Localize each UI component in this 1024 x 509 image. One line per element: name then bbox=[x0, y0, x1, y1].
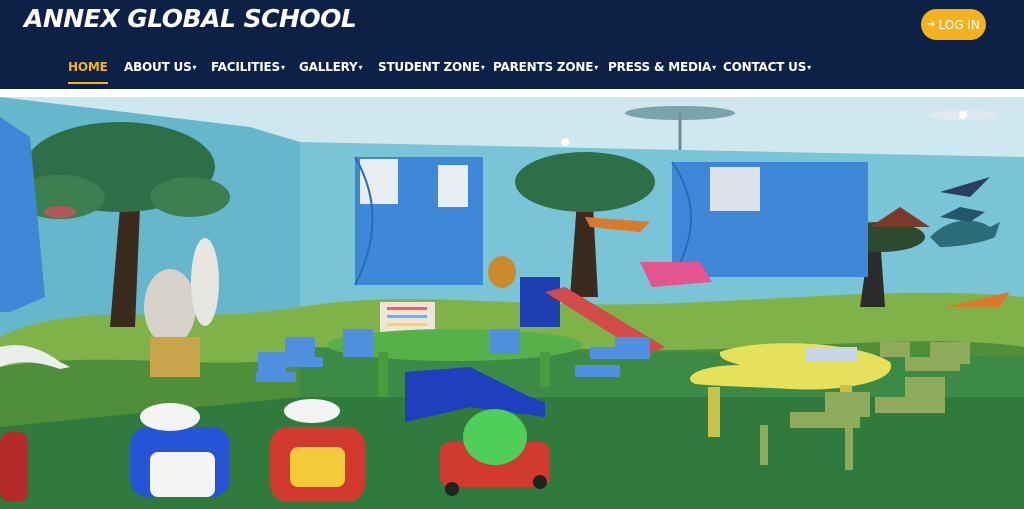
nav-item-student-zone[interactable]: STUDENT ZONE▾ bbox=[378, 60, 485, 74]
header-divider bbox=[0, 89, 1024, 97]
nav-item-home[interactable]: HOME bbox=[68, 60, 108, 84]
nav-item-about-us[interactable]: ABOUT US▾ bbox=[124, 60, 197, 74]
login-button[interactable]: ➜ LOG IN bbox=[921, 9, 986, 40]
curtain-2 bbox=[672, 162, 868, 277]
nav-item-gallery[interactable]: GALLERY▾ bbox=[299, 60, 363, 74]
hero-banner-image bbox=[0, 97, 1024, 509]
nav-item-contact-us[interactable]: CONTACT US▾ bbox=[723, 60, 811, 74]
site-logo-text[interactable]: ANNEX GLOBAL SCHOOL bbox=[24, 4, 357, 33]
site-header: ANNEX GLOBAL SCHOOL ➜ LOG IN HOME ABOUT … bbox=[0, 0, 1024, 89]
login-label: LOG IN bbox=[938, 17, 980, 32]
playground-frame bbox=[520, 277, 560, 327]
mural-squirrel bbox=[144, 269, 196, 345]
mural-lion bbox=[488, 256, 516, 288]
sign-in-icon: ➜ bbox=[927, 19, 936, 30]
playroom-photo bbox=[0, 97, 1024, 509]
nav-item-parents-zone[interactable]: PARENTS ZONE▾ bbox=[493, 60, 598, 74]
chevron-down-icon: ▾ bbox=[480, 63, 485, 72]
chevron-down-icon: ▾ bbox=[192, 63, 197, 72]
chevron-down-icon: ▾ bbox=[712, 63, 716, 72]
chevron-down-icon: ▾ bbox=[594, 63, 599, 72]
chevron-down-icon: ▾ bbox=[807, 63, 811, 72]
chevron-down-icon: ▾ bbox=[358, 63, 363, 72]
chevron-down-icon: ▾ bbox=[280, 63, 285, 72]
nav-item-press-media[interactable]: PRESS & MEDIA▾ bbox=[608, 60, 716, 74]
main-nav: HOME ABOUT US▾ FACILITIES▾ GALLERY▾ STUD… bbox=[0, 60, 1024, 84]
nav-item-facilities[interactable]: FACILITIES▾ bbox=[211, 60, 285, 74]
